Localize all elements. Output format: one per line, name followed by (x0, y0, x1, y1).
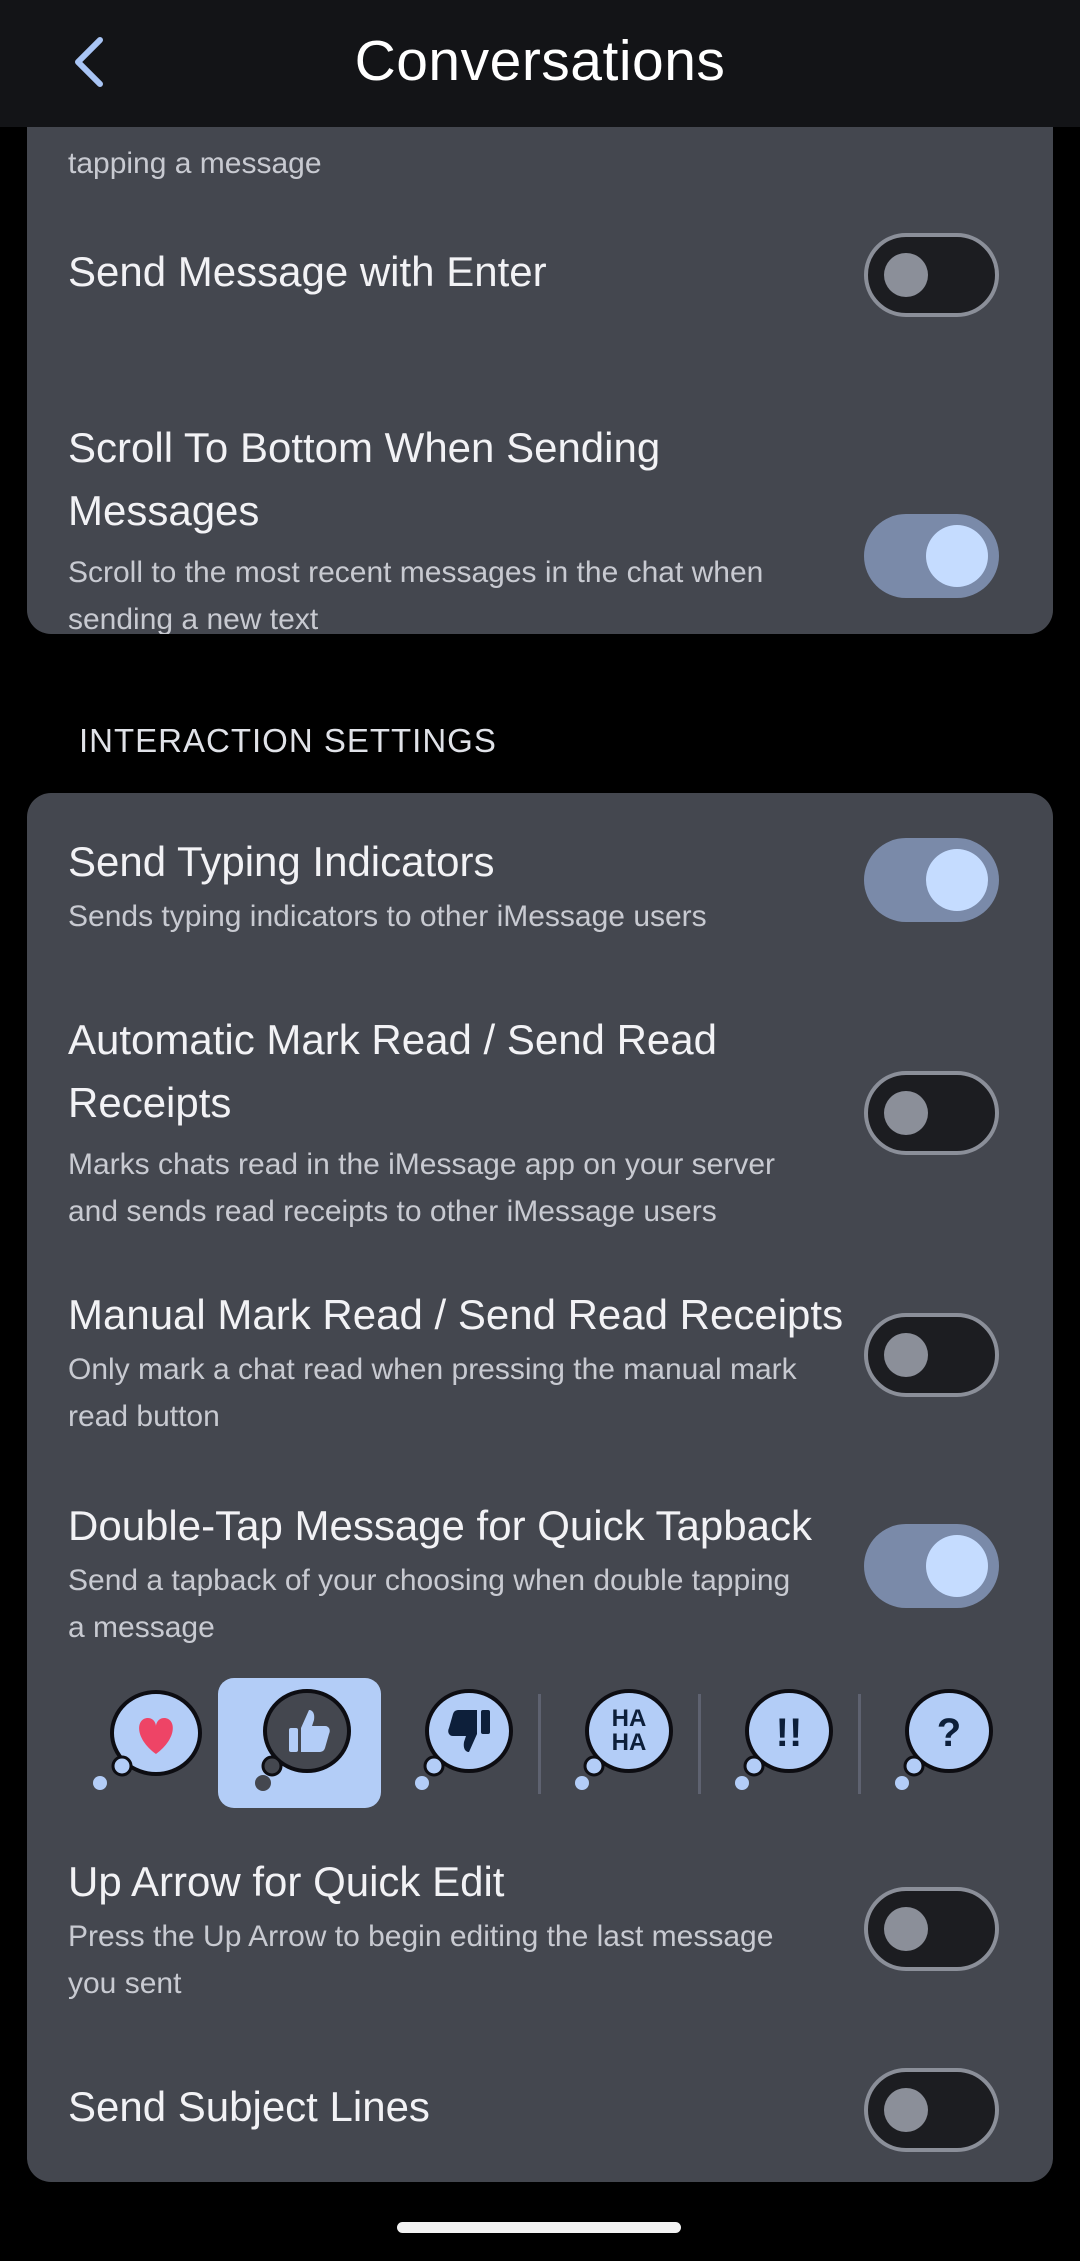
section-heading: INTERACTION SETTINGS (79, 722, 497, 759)
up-arrow-edit-row[interactable]: Up Arrow for Quick Edit Press the Up Arr… (27, 1850, 1053, 2020)
setting-subtitle: Sends typing indicators to other iMessag… (68, 900, 707, 933)
toggle-knob (884, 2088, 928, 2132)
setting-subtitle: Send a tapback of your choosing when dou… (68, 1564, 791, 1597)
auto-mark-read-row[interactable]: Automatic Mark Read / Send Read Receipts… (27, 1008, 1053, 1248)
tapback-question[interactable]: ? (887, 1676, 1011, 1800)
svg-text:!!: !! (776, 1711, 803, 1755)
send-subject-row[interactable]: Send Subject Lines (27, 2068, 1053, 2175)
setting-label: Send Typing Indicators (68, 838, 495, 885)
thumbs-up-tapback-icon (255, 1689, 351, 1791)
manual-mark-read-toggle[interactable] (864, 1313, 999, 1397)
double-tap-toggle[interactable] (864, 1524, 999, 1608)
toggle-knob (926, 849, 988, 911)
setting-subtitle: Press the Up Arrow to begin editing the … (68, 1920, 774, 1953)
setting-subtitle-cont: a message (68, 1611, 215, 1644)
scroll-to-bottom-row[interactable]: Scroll To Bottom When Sending Messages S… (27, 416, 1053, 634)
setting-label-cont: Messages (68, 487, 260, 534)
manual-mark-read-row[interactable]: Manual Mark Read / Send Read Receipts On… (27, 1283, 1053, 1453)
svg-text:HA: HA (612, 1729, 647, 1756)
toggle-knob (926, 525, 988, 587)
toggle-knob (926, 1535, 988, 1597)
page-title: Conversations (354, 29, 726, 93)
setting-label: Scroll To Bottom When Sending (68, 424, 661, 471)
tapback-divider (858, 1694, 861, 1794)
tapback-dislike[interactable] (407, 1676, 531, 1800)
setting-label: Send Message with Enter (68, 248, 547, 295)
thumbs-down-tapback-icon (415, 1689, 513, 1790)
setting-subtitle: Scroll to the most recent messages in th… (68, 556, 764, 589)
top-app-bar: Conversations (0, 0, 1080, 127)
scroll-to-bottom-toggle[interactable] (864, 514, 999, 598)
setting-subtitle-cont: sending a new text (68, 603, 319, 634)
setting-subtitle: tapping a message (68, 147, 322, 180)
toggle-knob (884, 1091, 928, 1135)
send-with-enter-toggle[interactable] (864, 233, 999, 317)
tapback-love[interactable] (86, 1676, 210, 1800)
setting-label-cont: Receipts (68, 1079, 232, 1126)
conversation-settings-card: tapping a message Send Message with Ente… (27, 60, 1053, 634)
setting-subtitle: Marks chats read in the iMessage app on … (68, 1148, 776, 1181)
setting-label: Send Subject Lines (68, 2083, 430, 2130)
exclamation-tapback-icon: !! (735, 1689, 833, 1790)
question-tapback-icon: ? (895, 1689, 993, 1790)
tapback-like[interactable] (247, 1676, 371, 1800)
setting-label: Manual Mark Read / Send Read Receipts (68, 1291, 844, 1338)
toggle-knob (884, 1333, 928, 1377)
svg-text:?: ? (937, 1711, 961, 1755)
send-subject-toggle[interactable] (864, 2068, 999, 2152)
svg-text:HA: HA (612, 1705, 647, 1732)
setting-subtitle-cont: read button (68, 1400, 220, 1433)
setting-subtitle: Only mark a chat read when pressing the … (68, 1353, 797, 1386)
typing-indicators-toggle[interactable] (864, 838, 999, 922)
up-arrow-edit-toggle[interactable] (864, 1887, 999, 1971)
haha-tapback-icon: HA HA (575, 1689, 673, 1790)
tapback-laugh[interactable]: HA HA (567, 1676, 691, 1800)
setting-label: Up Arrow for Quick Edit (68, 1858, 505, 1905)
toggle-knob (884, 253, 928, 297)
toggle-knob (884, 1907, 928, 1951)
setting-subtitle-cont: and sends read receipts to other iMessag… (68, 1195, 717, 1228)
tapback-divider (698, 1694, 701, 1794)
tapback-divider (538, 1694, 541, 1794)
heart-tapback-icon (93, 1690, 202, 1790)
gesture-nav-bar[interactable] (397, 2222, 681, 2233)
double-tap-tapback-row[interactable]: Double-Tap Message for Quick Tapback Sen… (27, 1494, 1053, 1664)
setting-label: Automatic Mark Read / Send Read (68, 1016, 717, 1063)
setting-label: Double-Tap Message for Quick Tapback (68, 1502, 812, 1549)
typing-indicators-row[interactable]: Send Typing Indicators Sends typing indi… (27, 830, 1053, 960)
send-with-enter-row[interactable]: Send Message with Enter (27, 233, 1053, 370)
setting-subtitle-cont: you sent (68, 1967, 182, 2000)
tapback-emphasize[interactable]: !! (727, 1676, 851, 1800)
auto-mark-read-toggle[interactable] (864, 1071, 999, 1155)
